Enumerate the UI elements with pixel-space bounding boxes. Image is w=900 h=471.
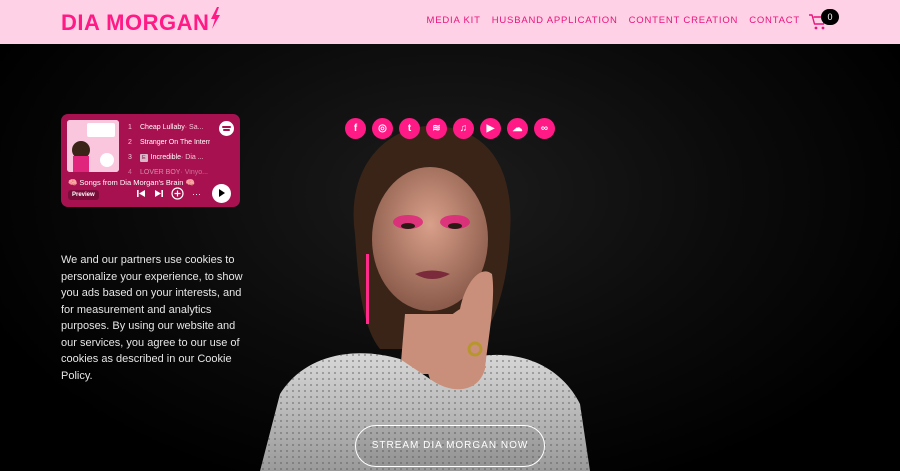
spotify-icon[interactable]: ≋ [426,118,447,139]
nav-media-kit[interactable]: MEDIA KIT [427,15,481,26]
site-logo[interactable]: DIA MORGAN [61,7,221,36]
playlist-title[interactable]: 🧠 Songs from Dia Morgan's Brain 🧠 [68,178,195,187]
facebook-icon[interactable]: f [345,118,366,139]
cart-button[interactable]: 0 [808,9,840,33]
track-item[interactable]: 3 E Incredible · Dia ... [128,153,228,168]
track-list: 1 Cheap Lullaby · Sa... 2 Stranger On The … [128,123,228,183]
link-icon[interactable]: ∞ [534,118,555,139]
main-nav: MEDIA KIT HUSBAND APPLICATION CONTENT CR… [427,15,800,26]
cookie-notice-text: We and our partners use cookies to perso… [61,254,243,382]
lightning-bolt-icon [210,7,221,35]
site-header: DIA MORGAN MEDIA KIT HUSBAND APPLICATION… [0,0,900,44]
track-item[interactable]: 2 Stranger On The Interr [128,138,228,153]
skip-previous-icon[interactable] [137,189,146,198]
stream-now-button[interactable]: STREAM DIA MORGAN NOW [355,425,545,467]
social-links: f ◎ t ≋ ♫ ▶ ☁ ∞ [345,118,555,139]
player-controls: ··· [137,187,201,200]
apple-music-icon[interactable]: ♫ [453,118,474,139]
cart-count-badge: 0 [821,9,839,25]
instagram-icon[interactable]: ◎ [372,118,393,139]
nav-content-creation[interactable]: CONTENT CREATION [629,15,739,26]
hero-portrait-image [260,125,590,471]
track-item[interactable]: 1 Cheap Lullaby · Sa... [128,123,228,138]
nav-contact[interactable]: CONTACT [749,15,800,26]
skip-next-icon[interactable] [154,189,163,198]
add-icon[interactable] [171,187,184,200]
youtube-icon[interactable]: ▶ [480,118,501,139]
spotify-logo-icon[interactable] [219,121,234,136]
explicit-badge: E [140,154,148,162]
play-button[interactable] [212,184,231,203]
spotify-player[interactable]: 1 Cheap Lullaby · Sa... 2 Stranger On The … [61,114,240,207]
soundcloud-icon[interactable]: ☁ [507,118,528,139]
playlist-cover-image [67,120,119,172]
preview-badge: Preview [68,190,99,200]
logo-text: DIA MORGAN [61,10,210,35]
more-options-icon[interactable]: ··· [192,189,201,199]
nav-husband-application[interactable]: HUSBAND APPLICATION [492,15,618,26]
twitter-icon[interactable]: t [399,118,420,139]
